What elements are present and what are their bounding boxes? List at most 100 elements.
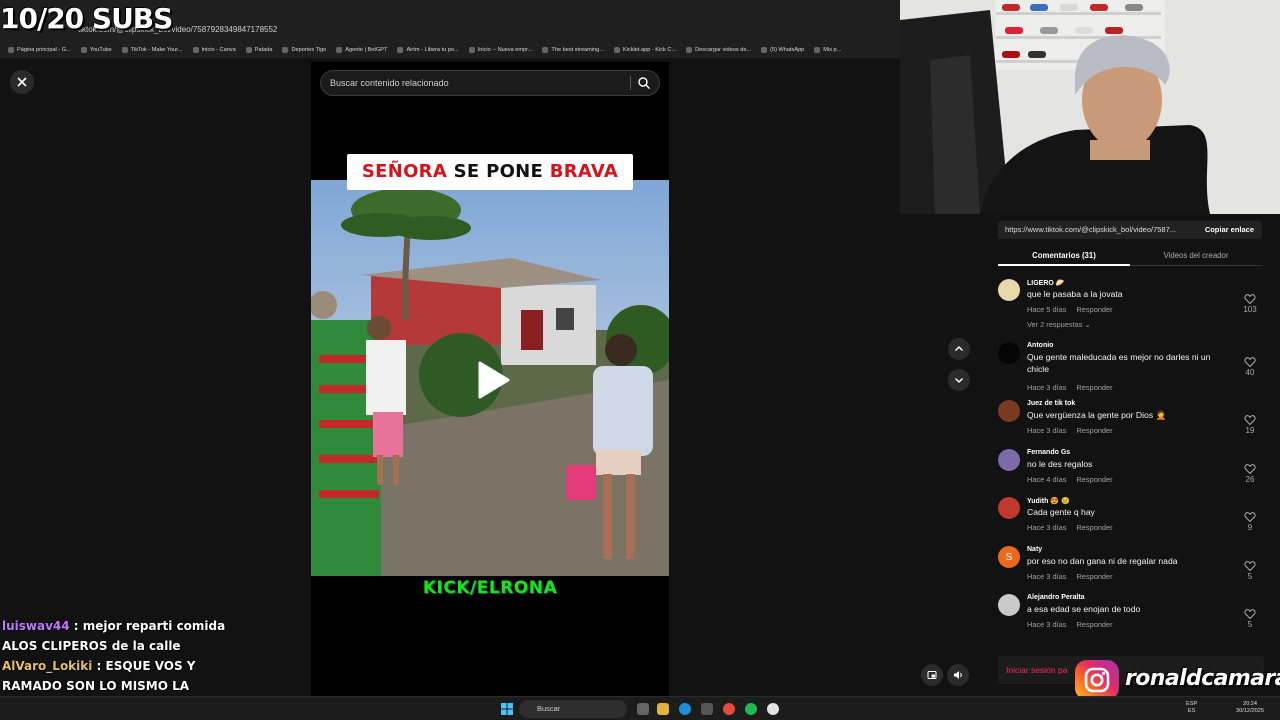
reply-button[interactable]: Responder [1076,305,1112,314]
volume-button[interactable] [947,664,969,686]
bookmark-item[interactable]: Patada [245,47,273,53]
language-indicator[interactable]: ESP ES [1186,701,1197,715]
bookmark-item[interactable]: (5) WhatsApp [761,47,804,53]
edge-icon[interactable] [679,703,691,715]
like-heart-icon[interactable] [1244,560,1256,572]
avatar[interactable] [998,342,1020,364]
share-link-box[interactable]: https://www.tiktok.com/@clipskick_bol/vi… [998,221,1262,239]
clock[interactable]: 20:24 30/12/2025 [1236,701,1264,715]
comment-text: Que gente maleducada es mejor no darles … [1027,352,1211,374]
bookmark-favicon-icon [80,47,87,53]
bookmark-favicon-icon [814,47,821,53]
bookmark-favicon-icon [468,47,475,53]
reply-button[interactable]: Responder [1076,426,1112,435]
bookmark-item[interactable]: Kicklet.app - Kick C... [613,47,676,53]
like-heart-icon[interactable] [1244,608,1256,620]
file-explorer-icon[interactable] [657,703,669,715]
streamer-webcam [900,0,1280,214]
screen: tiktok.com/@clipskick_bol/video/75879283… [0,0,1280,720]
comment-meta: Hace 3 días Responder [1027,620,1123,629]
pip-button[interactable] [921,664,943,686]
windows-start-icon[interactable] [501,703,513,715]
comment-username[interactable]: LIGERO 🥟 [1027,279,1065,287]
reply-button[interactable]: Responder [1076,383,1112,392]
reply-button[interactable]: Responder [1076,572,1112,581]
spotify-icon[interactable] [745,703,757,715]
comment-text: que le pasaba a la jovata [1027,289,1123,299]
close-button[interactable] [10,70,34,94]
comment-text: Que vergüenza la gente por Dios 🤦 [1027,410,1167,420]
like-heart-icon[interactable] [1244,414,1256,426]
bookmark-item[interactable]: Mis p... [814,47,841,53]
comment-time: Hace 3 días [1027,426,1067,435]
chevron-down-icon [955,378,963,383]
comment-text: por eso no dan gana ni de regalar nada [1027,556,1178,566]
instagram-handle: ronaldcamaras [1125,666,1280,691]
taskbar-search-label: Buscar [537,704,561,713]
video-caption: SEÑORA SE PONE BRAVA [347,154,633,190]
play-icon[interactable] [476,360,512,400]
like-heart-icon[interactable] [1244,463,1256,475]
reply-button[interactable]: Responder [1076,620,1112,629]
chrome-icon[interactable] [723,703,735,715]
copy-link-button[interactable]: Copiar enlace [1205,221,1254,239]
bookmark-label: The best streaming... [551,47,604,53]
bookmark-favicon-icon [336,47,343,53]
avatar[interactable] [998,497,1020,519]
bookmark-label: Deportes Tigo [291,47,327,53]
bookmark-item[interactable]: Agente | BetGPT [336,47,387,53]
bookmark-item[interactable]: Descargar videos de... [686,47,751,53]
search-icon[interactable] [637,76,651,90]
tab-creator-videos[interactable]: Videos del creador [1130,249,1262,266]
reply-button[interactable]: Responder [1076,523,1112,532]
avatar[interactable] [998,594,1020,616]
webcam-scene [900,0,1280,214]
video-watermark: KICK/ELRONA [422,578,558,598]
bookmark-item[interactable]: TikTok - Make Your... [121,47,183,53]
comment-item: Juez de tik tok Que vergüenza la gente po… [998,400,1264,444]
bookmark-item[interactable]: Inicio - Canva [192,47,236,53]
comment-username[interactable]: Naty [1027,546,1042,553]
avatar[interactable] [998,449,1020,471]
store-icon[interactable] [701,703,713,715]
avatar[interactable] [998,400,1020,422]
reply-button[interactable]: Responder [1076,475,1112,484]
avatar[interactable] [998,279,1020,301]
bookmark-label: Airtm - Libera tu po... [406,47,459,53]
comment-item: LIGERO 🥟 que le pasaba a la jovata Hace 5 … [998,279,1264,329]
comment-meta: Hace 3 días Responder [1027,572,1123,581]
bookmark-label: Patada [254,47,273,53]
comment-username[interactable]: Yudith 😍 😢 [1027,497,1070,505]
tab-comments[interactable]: Comentarios (31) [998,249,1130,266]
comment-text: Cada gente q hay [1027,507,1095,517]
comment-time: Hace 5 días [1027,305,1067,314]
bookmark-favicon-icon [761,47,768,53]
taskbar-search[interactable]: Buscar [519,700,627,718]
next-video-button[interactable] [948,369,970,391]
bookmark-item[interactable]: The best streaming... [542,47,604,53]
comment-time: Hace 3 días [1027,620,1067,629]
avatar[interactable]: S [998,546,1020,568]
like-heart-icon[interactable] [1244,356,1256,368]
bookmark-item[interactable]: Inicio -- Nueva empr... [468,47,532,53]
bookmark-item[interactable]: Página principal - G... [8,47,71,53]
like-heart-icon[interactable] [1244,293,1256,305]
chat-message: luiswav44 : mejor reparti comida ALOS CL… [2,616,242,656]
comment-username[interactable]: Fernando Gs [1027,449,1070,456]
like-heart-icon[interactable] [1244,511,1256,523]
related-search-input[interactable]: Buscar contenido relacionado [320,70,660,96]
bookmark-item[interactable]: Airtm - Libera tu po... [397,47,459,53]
bookmark-item[interactable]: YouTube [80,47,112,53]
like-count: 9 [1247,523,1253,532]
previous-video-button[interactable] [948,338,970,360]
bookmark-item[interactable]: Deportes Tigo [282,47,326,53]
caption-word-3: BRAVA [549,161,619,182]
obs-icon[interactable] [767,703,779,715]
comment-meta: Hace 3 días Responder [1027,426,1123,435]
comment-username[interactable]: Antonio [1027,342,1053,349]
view-replies-button[interactable]: Ver 2 respuestas ⌄ [1027,320,1091,329]
comment-username[interactable]: Alejandro Peralta [1027,594,1085,601]
task-view-icon[interactable] [637,703,649,715]
bookmark-label: (5) WhatsApp [770,47,805,53]
comment-username[interactable]: Juez de tik tok [1027,400,1075,407]
